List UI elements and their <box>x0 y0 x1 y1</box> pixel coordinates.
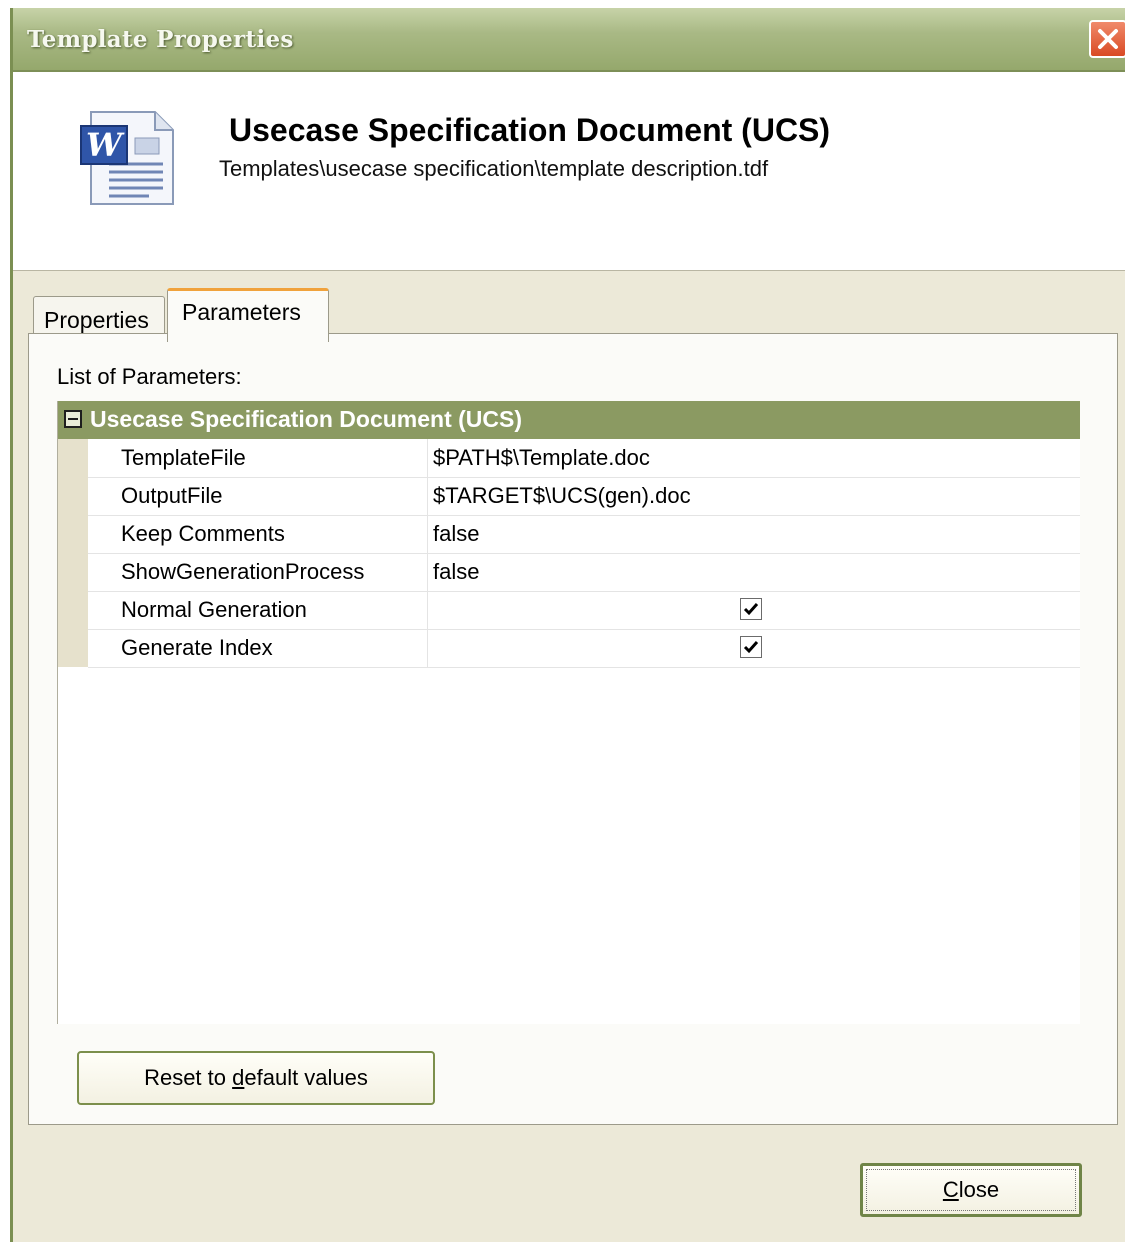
focus-rectangle <box>866 1169 1076 1211</box>
property-value[interactable]: $TARGET$\UCS(gen).doc <box>433 483 691 509</box>
reset-to-default-values-button[interactable]: Reset to default values <box>77 1051 435 1105</box>
button-mnemonic: d <box>232 1065 245 1090</box>
property-value[interactable]: false <box>433 559 479 585</box>
close-icon[interactable] <box>1089 20 1125 58</box>
property-name: ShowGenerationProcess <box>88 553 428 591</box>
parameters-panel: List of Parameters: Usecase Specificatio… <box>28 333 1118 1125</box>
title-bar[interactable]: Template Properties <box>13 8 1125 72</box>
property-name: OutputFile <box>88 477 428 515</box>
checkmark-icon <box>743 603 759 616</box>
word-document-icon: W <box>79 108 175 213</box>
property-category-header[interactable]: Usecase Specification Document (UCS) <box>58 401 1080 439</box>
property-name: Keep Comments <box>88 515 428 553</box>
tab-parameters[interactable]: Parameters <box>167 288 329 342</box>
property-grid: Usecase Specification Document (UCS) Tem… <box>57 401 1080 1024</box>
generate-index-checkbox[interactable] <box>740 636 762 658</box>
tab-parameters-label: Parameters <box>182 299 301 325</box>
window-title: Template Properties <box>27 26 294 53</box>
category-label: Usecase Specification Document (UCS) <box>90 406 523 432</box>
table-row[interactable]: ShowGenerationProcess false <box>88 553 1080 592</box>
button-label-part: efault values <box>244 1065 368 1090</box>
property-name: Generate Index <box>88 629 428 667</box>
svg-text:W: W <box>86 126 125 164</box>
checkmark-icon <box>743 641 759 654</box>
property-value[interactable]: false <box>433 521 479 547</box>
tab-properties-label: Properties <box>44 307 149 333</box>
property-name: Normal Generation <box>88 591 428 629</box>
table-row[interactable]: TemplateFile $PATH$\Template.doc <box>88 439 1080 478</box>
collapse-minus-icon[interactable] <box>64 410 82 428</box>
table-row[interactable]: Normal Generation <box>88 591 1080 630</box>
property-value[interactable]: $PATH$\Template.doc <box>433 445 650 471</box>
close-button[interactable]: Close <box>860 1163 1082 1217</box>
table-row[interactable]: Keep Comments false <box>88 515 1080 554</box>
template-path: Templates\usecase specification\template… <box>219 156 769 181</box>
normal-generation-checkbox[interactable] <box>740 598 762 620</box>
template-title: Usecase Specification Document (UCS) <box>229 112 831 148</box>
template-properties-dialog: Template Properties W Usecase Specificat… <box>10 8 1125 1242</box>
button-label-part: Reset to <box>144 1065 233 1090</box>
template-header: W Usecase Specification Document (UCS) T… <box>13 72 1125 271</box>
table-row[interactable]: OutputFile $TARGET$\UCS(gen).doc <box>88 477 1080 516</box>
list-of-parameters-label: List of Parameters: <box>57 364 242 389</box>
grid-gutter <box>58 439 88 667</box>
table-row[interactable]: Generate Index <box>88 629 1080 668</box>
property-name: TemplateFile <box>88 439 428 477</box>
